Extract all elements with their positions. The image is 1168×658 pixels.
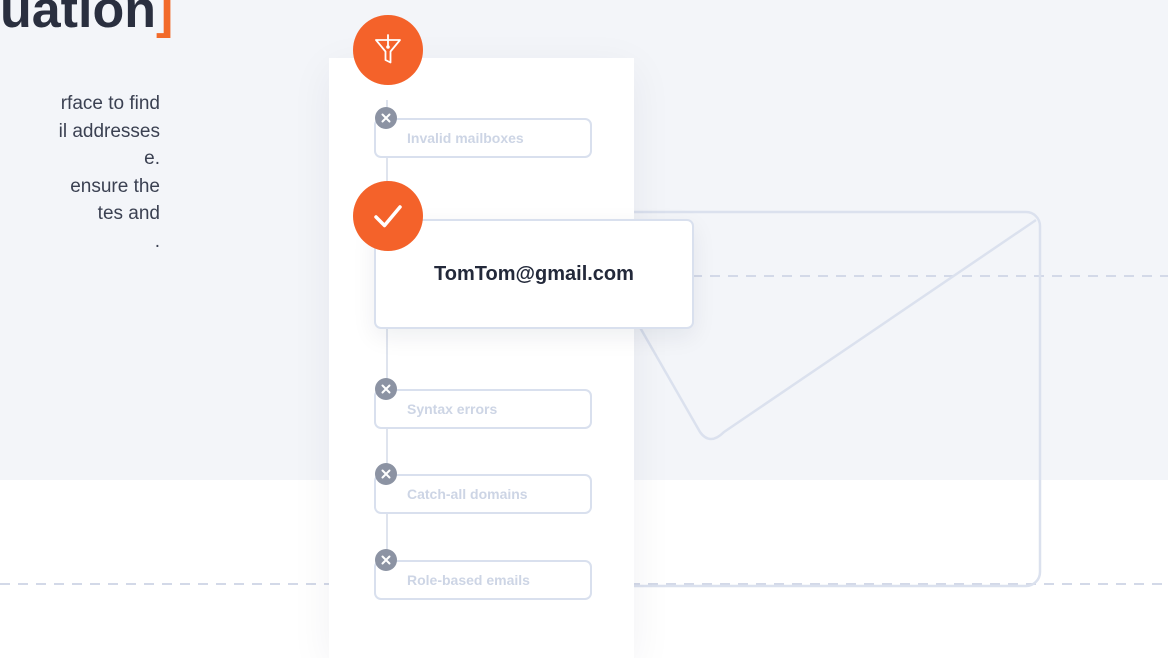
description-line: tes and	[97, 203, 160, 224]
valid-email-card: TomTom@gmail.com	[374, 219, 694, 329]
check-label: Catch-all domains	[407, 486, 528, 502]
x-icon	[375, 378, 397, 400]
check-label: Syntax errors	[407, 401, 498, 417]
check-label: Role-based emails	[407, 572, 530, 588]
description-line: e.	[144, 148, 160, 169]
check-role-based-emails: Role-based emails	[374, 560, 592, 600]
check-catch-all-domains: Catch-all domains	[374, 474, 592, 514]
description-line: il addresses	[58, 120, 160, 142]
funnel-icon	[353, 15, 423, 85]
description-line: rface to find	[60, 93, 160, 114]
check-label: Invalid mailboxes	[407, 130, 524, 146]
heading-text: uation	[0, 0, 156, 39]
timeline-line	[386, 100, 388, 590]
funnel-glyph	[375, 34, 401, 64]
section-heading: uation]	[0, 0, 173, 42]
description: rface to find il addresses e. ensure the…	[0, 90, 160, 255]
checkmark-glyph	[374, 205, 402, 228]
description-line: ensure the	[70, 175, 160, 197]
description-line: .	[154, 230, 160, 252]
x-icon	[375, 463, 397, 485]
check-syntax-errors: Syntax errors	[374, 389, 592, 429]
x-icon	[375, 107, 397, 129]
valid-email-address: TomTom@gmail.com	[434, 262, 634, 285]
x-icon	[375, 549, 397, 571]
checkmark-icon	[353, 181, 423, 251]
check-invalid-mailboxes: Invalid mailboxes	[374, 118, 592, 158]
heading-bracket: ]	[155, 0, 174, 39]
